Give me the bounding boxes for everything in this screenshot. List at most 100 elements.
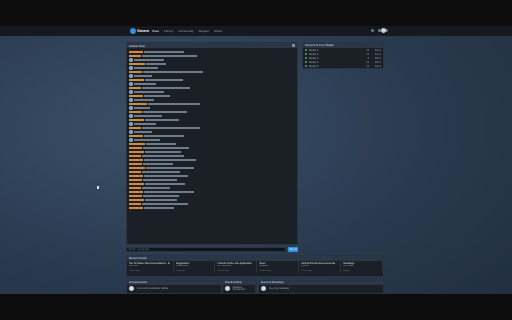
chat-text: [142, 154, 184, 157]
chat-username[interactable]: [129, 94, 143, 97]
chat-text: [144, 206, 174, 209]
chat-username[interactable]: [129, 202, 141, 205]
chat-text: [148, 102, 200, 105]
avatar[interactable]: [129, 121, 133, 126]
avatar[interactable]: [129, 73, 133, 78]
server-players: 9: [367, 56, 369, 60]
chat-message: [129, 73, 295, 78]
avatar[interactable]: [129, 81, 133, 86]
chat-message: [129, 97, 295, 102]
chat-username[interactable]: [129, 190, 143, 193]
chat-text: [146, 166, 194, 169]
chat-username[interactable]: [129, 198, 144, 201]
chat-username[interactable]: [129, 182, 144, 185]
announcement-text: Community Guidelines Update: [137, 287, 169, 290]
recent-post-author: by Moderator: [175, 265, 189, 267]
chat-username[interactable]: [129, 146, 142, 149]
recent-post-time: 5 hours ago: [217, 270, 230, 272]
user-avatar[interactable]: [381, 28, 386, 33]
logo-text: Steam: [137, 28, 150, 33]
chat-username[interactable]: [129, 70, 142, 73]
chat-username[interactable]: [129, 78, 144, 81]
avatar[interactable]: [129, 97, 133, 102]
chat-username[interactable]: [129, 158, 143, 161]
server-row[interactable]: Server 5 12 63ms: [303, 64, 383, 68]
announcement-item[interactable]: Community Guidelines Update: [127, 285, 221, 292]
chat-username[interactable]: [129, 150, 144, 153]
chat-username[interactable]: [129, 154, 141, 157]
chat-text: [145, 78, 183, 81]
recent-post-card[interactable]: Friends Online Join Application by Commu…: [215, 261, 258, 273]
chat-username[interactable]: [129, 50, 143, 53]
chat-text: [145, 198, 177, 201]
chat-username[interactable]: [129, 178, 142, 181]
avatar[interactable]: [129, 65, 133, 70]
chat-message: [129, 142, 295, 145]
chat-username[interactable]: [129, 142, 145, 145]
chat-username[interactable]: [129, 62, 145, 65]
chat-text: [142, 126, 200, 129]
recent-post-card[interactable]: Vertical Portal Announcements by Staff 1…: [299, 261, 342, 273]
nav-link-about[interactable]: About: [214, 29, 222, 33]
chat-username[interactable]: [129, 118, 144, 121]
status-online-icon: [305, 57, 307, 59]
chat-username[interactable]: [129, 54, 141, 57]
close-icon[interactable]: [292, 44, 295, 47]
avatar[interactable]: [129, 137, 133, 142]
recent-post-card[interactable]: News by Admin 3 hours ago: [257, 261, 300, 273]
server-players: 24: [366, 48, 369, 52]
server-players: 17: [366, 52, 369, 56]
server-name: Server 5: [309, 64, 319, 68]
avatar[interactable]: [129, 105, 133, 110]
nav-link-library[interactable]: Library: [164, 29, 173, 33]
nav-link-support[interactable]: Support: [199, 29, 210, 33]
event-item[interactable]: Free Key Giveaway: [259, 285, 383, 292]
avatar[interactable]: [129, 129, 133, 134]
recent-post-author: by Admin: [259, 265, 269, 267]
chat-text: [146, 142, 176, 145]
chat-username[interactable]: [129, 102, 147, 105]
chat-message: [129, 121, 295, 126]
chat-text: [143, 178, 177, 181]
chat-message: [129, 162, 295, 165]
chat-text: [134, 98, 154, 101]
chat-text: [134, 114, 162, 117]
avatar[interactable]: [129, 113, 133, 118]
chat-text: [143, 162, 173, 165]
chat-username[interactable]: [129, 174, 143, 177]
chat-username[interactable]: [129, 186, 141, 189]
chat-username[interactable]: [129, 134, 143, 137]
chat-username[interactable]: [129, 170, 141, 173]
avatar[interactable]: [129, 57, 133, 62]
recent-post-card[interactable]: Suggestions by Moderator 1 day ago: [174, 261, 216, 273]
send-button[interactable]: Send: [288, 247, 298, 252]
chat-message: [129, 154, 295, 157]
chat-message: [129, 170, 295, 173]
recent-post-time: 2 days ago: [129, 270, 140, 272]
chat-input[interactable]: Enter message...: [126, 247, 286, 252]
chat-username[interactable]: [129, 86, 141, 89]
avatar[interactable]: [129, 89, 133, 94]
chat-username[interactable]: [129, 126, 141, 129]
chat-message: [129, 110, 295, 113]
nav-link-community[interactable]: Community: [178, 29, 193, 33]
chat-username[interactable]: [129, 110, 142, 113]
site-logo[interactable]: Steam: [130, 28, 150, 34]
nav-link-store[interactable]: Store: [152, 29, 159, 33]
recent-post-author: by Staff: [301, 265, 309, 267]
chat-message: [129, 134, 295, 137]
recent-post-card[interactable]: Top 10 Steam Recommendations - E. by Pla…: [127, 261, 174, 273]
chat-message: [129, 194, 295, 197]
events-panel: Events & Giveaways Free Key Giveaway: [258, 280, 384, 294]
chat-username[interactable]: [129, 206, 143, 209]
chat-message: [129, 186, 295, 189]
status-online-icon: [305, 61, 307, 63]
chat-username[interactable]: [129, 162, 142, 165]
chat-username[interactable]: [129, 166, 145, 169]
recent-post-card[interactable]: Standings by League Today: [341, 261, 384, 273]
search-icon[interactable]: [371, 29, 374, 32]
chat-username[interactable]: [129, 194, 142, 197]
chat-message: [129, 86, 295, 89]
friends-activity-item[interactable]: Weekend Tournament: [223, 285, 255, 292]
chat-message: [129, 202, 295, 205]
